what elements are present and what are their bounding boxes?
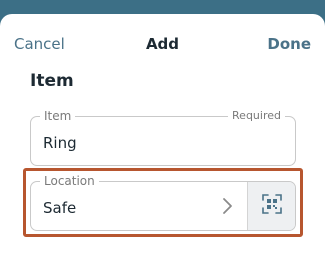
item-field-label: Item xyxy=(40,109,76,123)
qr-scan-icon xyxy=(261,193,283,219)
location-field-label: Location xyxy=(40,174,99,188)
item-field-value[interactable]: Ring xyxy=(43,134,77,152)
section-title: Item xyxy=(30,71,74,91)
chevron-right-icon[interactable] xyxy=(217,196,237,216)
location-field-value[interactable]: Safe xyxy=(43,199,76,217)
required-label: Required xyxy=(228,109,285,123)
scan-button[interactable] xyxy=(247,182,295,230)
done-button[interactable]: Done xyxy=(267,35,311,53)
location-field[interactable]: Location Safe xyxy=(30,174,296,231)
item-field[interactable]: Item Required Ring xyxy=(30,109,296,166)
navigation-bar: Cancel Add Done xyxy=(0,22,325,66)
